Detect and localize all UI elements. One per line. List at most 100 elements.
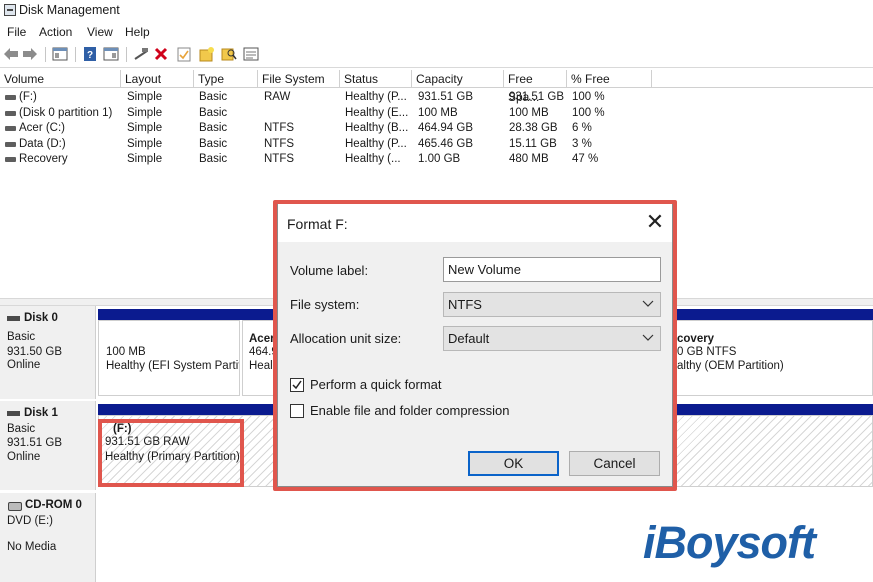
volume-status: Healthy (P... [345, 91, 407, 103]
allocation-unit-size-value: Default [448, 331, 490, 346]
menu-help[interactable]: Help [125, 25, 150, 39]
search-icon[interactable] [221, 46, 237, 62]
properties-icon[interactable] [52, 46, 68, 62]
cdrom-0-type: DVD (E:) [7, 515, 53, 527]
disk-0-size: 931.50 GB [7, 346, 62, 358]
menu-action[interactable]: Action [39, 25, 72, 39]
partition-name: Acer [249, 333, 275, 345]
back-arrow-icon[interactable] [3, 46, 19, 62]
column-header-layout[interactable]: Layout [121, 70, 194, 88]
checkmark-icon [292, 380, 302, 390]
volume-free-space: 931.51 GB [509, 91, 564, 103]
volume-file-system: NTFS [264, 153, 295, 165]
volume-capacity: 931.51 GB [418, 91, 473, 103]
volume-type: Basic [199, 137, 228, 150]
cdrom-0-name: CD-ROM 0 [25, 499, 82, 511]
volume-row[interactable]: Recovery Simple Basic NTFS Healthy (... … [0, 152, 660, 168]
disk-1-name: Disk 1 [24, 407, 58, 419]
column-header-volume[interactable]: Volume [0, 70, 121, 88]
window-title: Disk Management [19, 3, 120, 17]
volume-percent-free: 6 % [572, 122, 592, 134]
connect-icon[interactable] [133, 46, 149, 62]
volume-capacity: 465.46 GB [418, 137, 473, 150]
title-bar: Disk Management [0, 0, 873, 22]
svg-text:?: ? [87, 50, 93, 61]
column-header-capacity[interactable]: Capacity [412, 70, 504, 88]
new-folder-icon[interactable] [199, 46, 215, 62]
volume-file-system: NTFS [264, 137, 295, 150]
allocation-unit-size-select[interactable]: Default [443, 326, 661, 351]
compression-checkbox[interactable] [290, 404, 304, 418]
close-icon[interactable]: ✕ [644, 211, 666, 234]
dialog-title-bar: Format F: ✕ [278, 204, 672, 242]
partition-efi[interactable]: 100 MB Healthy (EFI System Partiti [98, 320, 240, 396]
ok-button[interactable]: OK [468, 451, 559, 476]
help-icon[interactable]: ? [82, 46, 98, 62]
column-header-percent-free[interactable]: % Free [567, 70, 652, 88]
volume-layout: Simple [127, 153, 163, 165]
allocation-unit-size-label: Allocation unit size: [290, 331, 402, 346]
cd-drive-icon [8, 502, 22, 511]
disk-icon [7, 316, 20, 321]
volume-label-input[interactable]: New Volume [443, 257, 661, 282]
disk-1-header[interactable]: Disk 1 Basic 931.51 GB Online [0, 401, 96, 490]
partition-size: 100 MB [106, 346, 146, 358]
volume-name: (Disk 0 partition 1) [19, 106, 113, 119]
file-system-value: NTFS [448, 297, 482, 312]
column-header-blank [652, 70, 873, 88]
volume-row[interactable]: (Disk 0 partition 1) Simple Basic Health… [0, 106, 660, 122]
volume-free-space: 480 MB [509, 153, 549, 165]
volume-percent-free: 47 % [572, 153, 599, 165]
volume-type: Basic [199, 153, 228, 165]
volume-capacity: 1.00 GB [418, 153, 461, 165]
chevron-down-icon [642, 334, 654, 341]
column-header-free-space[interactable]: Free Spa... [504, 70, 567, 104]
iboysoft-watermark: iBoysoft [643, 517, 816, 568]
cancel-button[interactable]: Cancel [569, 451, 660, 476]
menu-file[interactable]: File [7, 25, 26, 39]
volume-row[interactable]: Acer (C:) Simple Basic NTFS Healthy (B..… [0, 121, 660, 137]
volume-percent-free: 100 % [572, 106, 605, 119]
column-header-status[interactable]: Status [340, 70, 412, 88]
cdrom-0-header[interactable]: CD-ROM 0 DVD (E:) No Media [0, 493, 96, 582]
volume-status: Healthy (E... [345, 106, 409, 119]
delete-icon[interactable] [153, 46, 169, 62]
volume-name: Recovery [19, 153, 68, 165]
volume-row[interactable]: (F:) Simple Basic RAW Healthy (P... 931.… [0, 90, 660, 106]
volume-row[interactable]: Data (D:) Simple Basic NTFS Healthy (P..… [0, 137, 660, 153]
volume-label-label: Volume label: [290, 263, 369, 278]
volume-layout: Simple [127, 91, 163, 103]
quick-format-checkbox[interactable] [290, 378, 304, 392]
partition-status: Healthy (EFI System Partiti [106, 360, 240, 372]
volume-capacity: 100 MB [418, 106, 458, 119]
volume-status: Healthy (... [345, 153, 401, 165]
file-system-select[interactable]: NTFS [443, 292, 661, 317]
menu-view[interactable]: View [87, 25, 113, 39]
volume-icon [5, 141, 16, 147]
column-header-type[interactable]: Type [194, 70, 258, 88]
partition-size: 464.9 [249, 346, 278, 358]
volume-percent-free: 100 % [572, 91, 605, 103]
volume-capacity: 464.94 GB [418, 122, 473, 134]
disk-1-size: 931.51 GB [7, 437, 62, 449]
file-system-label: File system: [290, 297, 360, 312]
checkmark-icon[interactable] [176, 46, 192, 62]
partition-recovery[interactable]: covery 0 GB NTFS althy (OEM Partition) [656, 320, 873, 396]
column-header-file-system[interactable]: File System [258, 70, 340, 88]
volume-name: Data (D:) [19, 137, 66, 150]
volume-name: (F:) [19, 91, 37, 103]
partition-size: 931.51 GB RAW [105, 436, 190, 448]
dialog-title: Format F: [287, 216, 348, 232]
disk-icon [7, 411, 20, 416]
partition-size: 0 GB NTFS [677, 346, 737, 358]
forward-arrow-icon[interactable] [22, 46, 38, 62]
disk-1-state: Online [7, 451, 41, 463]
volume-file-system: RAW [264, 91, 291, 103]
volume-layout: Simple [127, 122, 163, 134]
volume-type: Basic [199, 106, 228, 119]
disk-0-type: Basic [7, 331, 36, 343]
console-tree-icon[interactable] [103, 46, 119, 62]
list-view-icon[interactable] [243, 46, 259, 62]
volume-type: Basic [199, 122, 228, 134]
disk-0-header[interactable]: Disk 0 Basic 931.50 GB Online [0, 306, 96, 399]
